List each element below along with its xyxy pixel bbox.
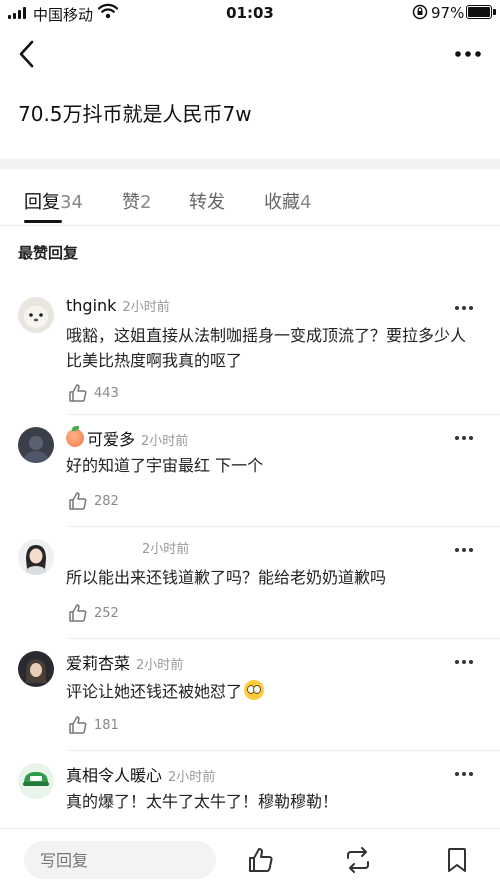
- more-horizontal-icon[interactable]: [454, 659, 474, 665]
- tab-reposts[interactable]: 转发: [189, 188, 225, 214]
- comment-like-button[interactable]: 282: [68, 491, 119, 511]
- comment-text-content: 评论让她还钱还被她怼了: [66, 682, 243, 701]
- comment-time: 2小时前: [168, 770, 216, 785]
- tab-likes-count: 2: [140, 192, 152, 213]
- avatar[interactable]: [18, 539, 54, 575]
- more-horizontal-icon[interactable]: [454, 305, 474, 311]
- battery-charging-icon: [466, 5, 496, 19]
- comment-text: 所以能出来还钱道歉了吗？能给老奶奶道歉吗: [66, 568, 387, 587]
- reply-input[interactable]: [24, 841, 216, 879]
- tab-favorites[interactable]: 收藏4: [264, 188, 311, 214]
- tab-favorites-count: 4: [300, 192, 312, 213]
- tab-likes-label: 赞: [122, 192, 140, 213]
- avatar[interactable]: [18, 427, 54, 463]
- thumbs-up-icon: [69, 604, 87, 622]
- comment-text: 真的爆了！太牛了太牛了！穆勒穆勒！: [66, 792, 339, 811]
- chevron-left-icon[interactable]: [14, 36, 42, 72]
- like-count: 443: [94, 385, 119, 401]
- active-tab-indicator: [24, 220, 62, 223]
- avatar[interactable]: [18, 763, 54, 799]
- top-nav: [0, 30, 500, 78]
- comment-time: 2小时前: [136, 658, 184, 673]
- more-horizontal-icon[interactable]: [454, 771, 474, 777]
- tab-bar: 回复34 赞2 转发 收藏4: [0, 170, 500, 226]
- peach-emoji-icon: [66, 426, 84, 447]
- bottom-bar: [0, 828, 500, 888]
- tab-favorites-label: 收藏: [264, 192, 300, 213]
- comment-like-button[interactable]: 443: [68, 383, 119, 403]
- comment-time: 2小时前: [141, 434, 189, 449]
- tab-replies-count: 34: [60, 192, 83, 213]
- more-horizontal-icon[interactable]: [454, 547, 474, 553]
- thumbs-up-icon[interactable]: [247, 846, 275, 874]
- comment-author[interactable]: 真相令人暖心: [66, 762, 162, 786]
- tab-replies-label: 回复: [24, 192, 60, 213]
- comment-text: 评论让她还钱还被她怼了: [66, 677, 480, 704]
- list-item: thgink 2小时前 哦豁，这姐直接从法制咖摇身一变成顶流了？要拉多少人比美比…: [0, 285, 500, 415]
- comment-like-button[interactable]: 252: [68, 603, 119, 623]
- comment-author[interactable]: 可爱多: [66, 426, 135, 450]
- comment-time: 2小时前: [142, 542, 190, 557]
- comment-text: 哦豁，这姐直接从法制咖摇身一变成顶流了？要拉多少人比美比热度啊我真的呕了: [66, 326, 467, 370]
- tab-likes[interactable]: 赞2: [122, 188, 151, 214]
- tab-replies[interactable]: 回复34: [24, 188, 83, 214]
- bookmark-icon[interactable]: [443, 846, 471, 874]
- comment-like-button[interactable]: 181: [68, 715, 119, 735]
- post-title: 70.5万抖币就是人民币7w: [18, 102, 252, 126]
- avatar[interactable]: [18, 651, 54, 687]
- more-horizontal-icon[interactable]: [454, 435, 474, 441]
- thumbs-up-icon: [69, 716, 87, 734]
- like-count: 282: [94, 493, 119, 509]
- comment-text: 好的知道了宇宙最红 下一个: [66, 456, 264, 475]
- list-item: 可爱多 2小时前 好的知道了宇宙最红 下一个 282: [0, 415, 500, 527]
- avatar[interactable]: [18, 297, 54, 333]
- rolling-eyes-emoji-icon: [244, 680, 265, 700]
- comment-author-name: 可爱多: [87, 430, 136, 449]
- comment-author[interactable]: thgink: [66, 296, 116, 315]
- comment-time: 2小时前: [122, 300, 170, 315]
- thumbs-up-icon: [69, 384, 87, 402]
- tab-reposts-label: 转发: [189, 192, 225, 213]
- section-label: 最赞回复: [18, 244, 79, 262]
- thumbs-up-icon: [69, 492, 87, 510]
- repost-icon[interactable]: [344, 846, 372, 874]
- rotation-lock-icon: [412, 4, 428, 20]
- more-horizontal-icon[interactable]: [454, 44, 482, 64]
- status-bar: 中国移动 01:03 97%: [0, 0, 500, 26]
- section-divider: [0, 159, 500, 169]
- comment-list: thgink 2小时前 哦豁，这姐直接从法制咖摇身一变成顶流了？要拉多少人比美比…: [0, 285, 500, 827]
- list-item: 真相令人暖心 2小时前 真的爆了！太牛了太牛了！穆勒穆勒！: [0, 751, 500, 827]
- list-item: 2小时前 所以能出来还钱道歉了吗？能给老奶奶道歉吗 252: [0, 527, 500, 639]
- battery-percent: 97%: [431, 4, 465, 22]
- like-count: 181: [94, 717, 119, 733]
- list-item: 爱莉杏菜 2小时前 评论让她还钱还被她怼了 181: [0, 639, 500, 751]
- comment-author[interactable]: 爱莉杏菜: [66, 650, 130, 674]
- like-count: 252: [94, 605, 119, 621]
